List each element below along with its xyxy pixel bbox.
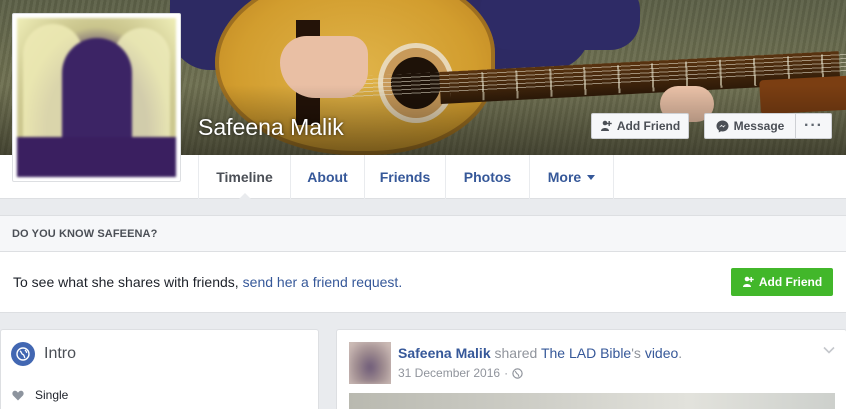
profile-name[interactable]: Safeena Malik [198,114,344,141]
post-possessive: 's [631,345,641,361]
tab-more-label: More [547,169,582,185]
tab-about[interactable]: About [291,155,365,199]
add-friend-icon [600,120,612,131]
post-author-avatar-image [349,342,391,384]
friend-suggestion-box: DO YOU KNOW SAFEENA? To see what she sha… [0,215,846,313]
add-friend-green-button[interactable]: Add Friend [731,268,833,296]
heart-icon [12,390,24,400]
add-friend-label: Add Friend [616,119,681,133]
cover-sleeve-right [480,0,640,50]
friend-suggestion-text: To see what she shares with friends, [13,274,239,290]
tab-timeline[interactable]: Timeline [198,155,291,200]
post-period: . [678,345,683,361]
friend-suggestion-body: To see what she shares with friends, sen… [0,252,846,312]
post-meta: 31 December 2016 · [398,366,523,380]
intro-header: Intro [11,342,76,366]
relationship-status: Single [35,388,69,402]
caret-down-icon [587,174,596,180]
add-friend-green-label: Add Friend [758,275,823,289]
tab-photos[interactable]: Photos [446,155,530,199]
post-options-chevron-icon[interactable] [822,343,836,357]
globe-icon [11,342,35,366]
post-author-avatar[interactable] [349,342,391,384]
post-video-link[interactable]: video [645,345,678,361]
post-author-link[interactable]: Safeena Malik [398,345,491,361]
friend-suggestion-header: DO YOU KNOW SAFEENA? [0,216,846,252]
intro-card: Intro Single [0,329,319,409]
post-date[interactable]: 31 December 2016 [398,366,500,380]
intro-relationship: Single [12,388,68,402]
post-action-text: shared [494,345,538,361]
profile-picture [17,18,176,177]
post-header: Safeena Malik shared The LAD Bible's vid… [398,345,682,361]
profile-tabs: Timeline About Friends Photos More [198,155,614,200]
messenger-icon [716,120,729,132]
profile-picture-frame[interactable] [12,13,181,182]
more-options-icon: ··· [804,117,823,134]
send-friend-request-link[interactable]: send her a friend request. [243,274,403,290]
add-friend-button[interactable]: Add Friend [591,113,689,139]
shared-video-thumbnail[interactable] [349,393,835,409]
intro-title: Intro [44,345,77,362]
public-globe-icon[interactable] [512,367,523,379]
avatar-blur-shape [17,137,176,177]
tab-more[interactable]: More [530,155,614,199]
post-card: Safeena Malik shared The LAD Bible's vid… [336,329,846,409]
post-page-link[interactable]: The LAD Bible [541,345,631,361]
more-options-button[interactable]: ··· [795,113,832,139]
post-meta-separator: · [504,366,509,380]
add-friend-icon [742,276,754,287]
message-label: Message [733,119,785,133]
message-button[interactable]: Message [704,113,796,139]
tab-friends[interactable]: Friends [365,155,446,199]
